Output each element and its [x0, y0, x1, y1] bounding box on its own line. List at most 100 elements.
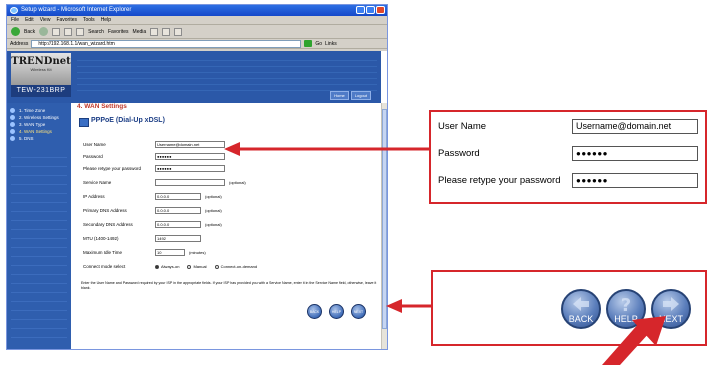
- step-bullet-icon: [10, 122, 15, 127]
- secondary-dns-input[interactable]: 0.0.0.0: [155, 221, 201, 228]
- ip-address-input[interactable]: 0.0.0.0: [155, 193, 201, 200]
- page-scrollbar[interactable]: [381, 103, 387, 349]
- secondary-dns-label: Secondary DNS Address: [83, 222, 133, 227]
- step-bullet-icon: [10, 129, 15, 134]
- trendnet-logo: TRENDnet Wireless Kit: [11, 53, 71, 85]
- wizard-step-label: 3. WAN Type: [19, 122, 46, 127]
- wizard-step-dns[interactable]: 5. DNS: [7, 135, 71, 142]
- home-button[interactable]: Home: [330, 91, 349, 100]
- banner-decoration: [77, 55, 377, 95]
- stop-icon[interactable]: [52, 27, 61, 36]
- always-on-radio[interactable]: Always-on: [155, 262, 179, 271]
- radio-empty-icon: [187, 264, 192, 269]
- minimize-button[interactable]: [356, 6, 365, 14]
- back-arrow-icon[interactable]: [11, 27, 20, 36]
- refresh-icon[interactable]: [64, 27, 73, 36]
- ip-address-row: IP Address 0.0.0.0 (optional): [83, 192, 373, 201]
- service-name-input[interactable]: [155, 179, 225, 186]
- forward-arrow-icon[interactable]: [39, 27, 49, 36]
- primary-dns-input[interactable]: 0.0.0.0: [155, 207, 201, 214]
- connect-mode-options: Always-on Manual Connect-on-demand: [155, 262, 257, 271]
- close-button[interactable]: [376, 6, 385, 14]
- mail-icon[interactable]: [162, 27, 171, 36]
- model-label: TEW-231BRP: [11, 85, 71, 97]
- network-icon: [79, 118, 89, 127]
- manual-radio[interactable]: Manual: [187, 262, 207, 271]
- buttons-callout: BACK ? HELP NEXT: [431, 270, 707, 346]
- primary-dns-label: Primary DNS Address: [83, 208, 127, 213]
- radio-empty-icon: [214, 264, 219, 269]
- sidebar-decoration: [11, 149, 67, 339]
- search-button[interactable]: Search: [88, 29, 104, 35]
- step-bullet-icon: [10, 115, 15, 120]
- callout-password-input[interactable]: ●●●●●●: [572, 146, 698, 161]
- next-button[interactable]: NEXT: [651, 289, 691, 329]
- secondary-dns-row: Secondary DNS Address 0.0.0.0 (optional): [83, 220, 373, 229]
- menu-help[interactable]: Help: [101, 16, 111, 24]
- callout-password-label: Password: [438, 148, 480, 159]
- wizard-step-label: 4. WAN Settings: [19, 129, 52, 134]
- callout-user-name-input[interactable]: Username@domain.net: [572, 119, 698, 134]
- menu-bar: File Edit View Favorites Tools Help: [7, 16, 387, 25]
- section-title: 4. WAN Settings: [77, 103, 127, 110]
- primary-dns-row: Primary DNS Address 0.0.0.0 (optional): [83, 206, 373, 215]
- question-mark-icon: ?: [608, 295, 644, 313]
- step-bullet-icon: [10, 108, 15, 113]
- connect-on-demand-radio[interactable]: Connect-on-demand: [214, 262, 257, 271]
- step-bullet-icon: [10, 136, 15, 141]
- window-title: Setup wizard - Microsoft Internet Explor…: [21, 7, 132, 13]
- browser-window: Setup wizard - Microsoft Internet Explor…: [6, 4, 388, 350]
- menu-edit[interactable]: Edit: [25, 16, 34, 24]
- buttons-pointer-arrow: [386, 299, 431, 313]
- password-input[interactable]: ●●●●●●: [155, 153, 225, 160]
- callout-retype-password-input[interactable]: ●●●●●●: [572, 173, 698, 188]
- go-button[interactable]: Go: [315, 41, 322, 47]
- retype-password-label: Please retype your password: [83, 166, 142, 171]
- print-icon[interactable]: [174, 27, 183, 36]
- wizard-step-label: 2. Wireless Settings: [19, 115, 59, 120]
- idle-time-input[interactable]: 10: [155, 249, 185, 256]
- wizard-step-time-zone[interactable]: 1. Time Zone: [7, 107, 71, 114]
- next-button-small[interactable]: NEXT: [351, 304, 366, 319]
- retype-password-row: Please retype your password ●●●●●●: [83, 164, 373, 173]
- user-name-row: User Name Username@domain.net: [83, 140, 373, 149]
- connect-mode-label: Connect mode select: [83, 264, 126, 269]
- optional-note: (optional): [229, 180, 246, 185]
- user-name-input[interactable]: Username@domain.net: [155, 141, 225, 148]
- history-icon[interactable]: [150, 27, 159, 36]
- go-arrow-icon[interactable]: [304, 40, 313, 47]
- favorites-button[interactable]: Favorites: [108, 29, 129, 35]
- service-name-row: Service Name (optional): [83, 178, 373, 187]
- help-button-small[interactable]: HELP: [329, 304, 344, 319]
- menu-tools[interactable]: Tools: [83, 16, 95, 24]
- wizard-step-wireless-settings[interactable]: 2. Wireless Settings: [7, 114, 71, 121]
- callout-user-name-label: User Name: [438, 121, 487, 132]
- mtu-row: MTU (1400-1492) 1492: [83, 234, 373, 243]
- logout-button[interactable]: Logout: [350, 91, 371, 100]
- wizard-step-wan-settings[interactable]: 4. WAN Settings: [7, 128, 71, 135]
- menu-favorites[interactable]: Favorites: [56, 16, 77, 24]
- banner-buttons: Home Logout: [330, 91, 371, 100]
- wizard-step-label: 5. DNS: [19, 136, 34, 141]
- next-button-label: NEXT: [658, 314, 683, 324]
- back-button[interactable]: BACK: [561, 289, 601, 329]
- wizard-step-label: 1. Time Zone: [19, 108, 46, 113]
- menu-file[interactable]: File: [11, 16, 19, 24]
- help-button[interactable]: ? HELP: [606, 289, 646, 329]
- back-button-label: BACK: [568, 314, 594, 324]
- links-label[interactable]: Links: [325, 41, 337, 47]
- back-button-small[interactable]: BACK: [307, 304, 322, 319]
- mtu-input[interactable]: 1492: [155, 235, 201, 242]
- retype-password-input[interactable]: ●●●●●●: [155, 165, 225, 172]
- maximize-button[interactable]: [366, 6, 375, 14]
- wizard-step-wan-type[interactable]: 3. WAN Type: [7, 121, 71, 128]
- optional-note: (optional): [205, 208, 222, 213]
- menu-view[interactable]: View: [40, 16, 51, 24]
- brand-name: TRENDnet: [11, 56, 71, 67]
- scrollbar-thumb[interactable]: [382, 109, 387, 329]
- address-input[interactable]: http://192.168.1.1/wan_wizard.htm: [31, 39, 302, 48]
- home-icon[interactable]: [76, 27, 85, 36]
- help-text: Enter the User Name and Password require…: [81, 281, 377, 290]
- back-label[interactable]: Back: [24, 29, 35, 35]
- media-button[interactable]: Media: [133, 29, 147, 35]
